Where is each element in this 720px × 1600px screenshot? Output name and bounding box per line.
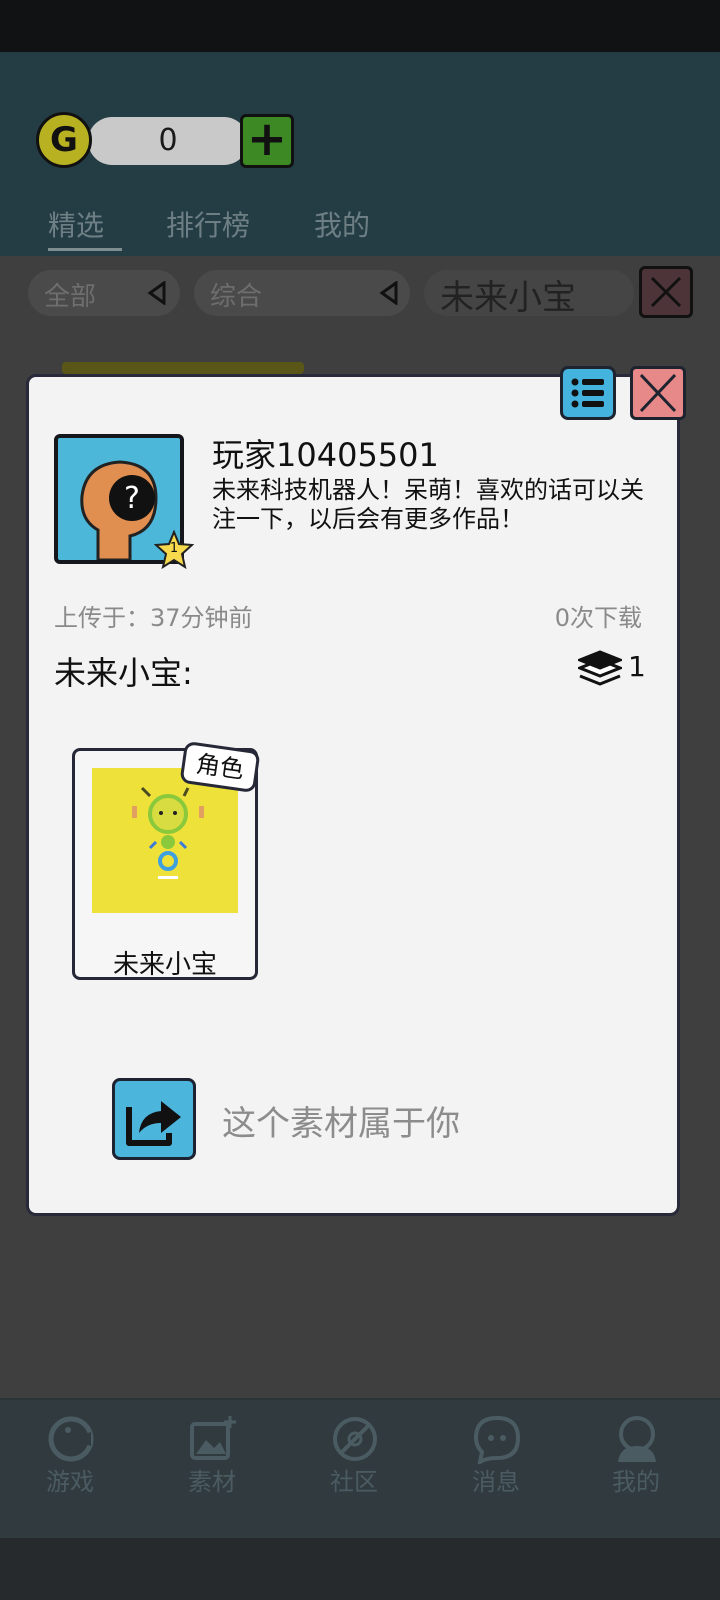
profile-icon[interactable] [612,1414,662,1464]
search-query-text: 未来小宝 [440,278,576,318]
tab-featured[interactable]: 精选 [48,204,104,244]
sort-filter-label: 综合 [210,282,263,312]
chat-icon[interactable] [472,1414,522,1464]
nav-label-community[interactable]: 社区 [314,1462,394,1497]
tab-leaderboard[interactable]: 排行榜 [166,204,250,244]
coin-balance-value: 0 [158,123,178,158]
ownership-text: 这个素材属于你 [222,1104,460,1144]
upload-time: 上传于：37分钟前 [54,604,253,632]
triangle-left-icon [379,281,398,305]
clear-search-button[interactable] [639,266,693,318]
compass-icon[interactable] [330,1414,380,1464]
triangle-left-icon [147,281,166,305]
status-bar [0,0,720,52]
svg-text:?: ? [124,481,140,516]
active-tab-indicator [48,248,122,251]
share-button[interactable] [112,1078,196,1160]
share-icon [126,1101,181,1146]
asset-card-label: 未来小宝 [112,950,217,980]
robot-character-icon [132,786,204,879]
asset-thumbnail [92,768,238,913]
author-username[interactable]: 玩家10405501 [212,430,439,476]
list-menu-button[interactable] [560,366,616,420]
download-count: 0次下载 [554,604,642,632]
layers-icon [578,650,622,686]
level-badge: 1 [169,541,179,556]
background-card-peek [62,362,304,374]
list-icon [571,378,604,408]
game-icon[interactable] [46,1414,96,1464]
close-icon [639,373,677,413]
tab-mine[interactable]: 我的 [314,204,370,244]
asset-title: 未来小宝: [54,654,193,692]
nav-label-game[interactable]: 游戏 [30,1462,110,1497]
category-filter-label: 全部 [44,282,97,312]
nav-label-messages[interactable]: 消息 [456,1462,536,1497]
image-add-icon[interactable] [188,1414,238,1464]
layer-count: 1 [628,650,646,683]
g-coin-icon: G [36,112,92,168]
nav-label-assets[interactable]: 素材 [172,1462,252,1497]
close-modal-button[interactable] [630,366,686,420]
close-icon [650,276,682,308]
add-coins-button[interactable]: + [240,114,294,168]
system-navigation-bar [0,1538,720,1600]
author-bio: 未来科技机器人！呆萌！喜欢的话可以关注一下，以后会有更多作品！ [212,476,644,533]
nav-label-mine[interactable]: 我的 [596,1462,676,1497]
